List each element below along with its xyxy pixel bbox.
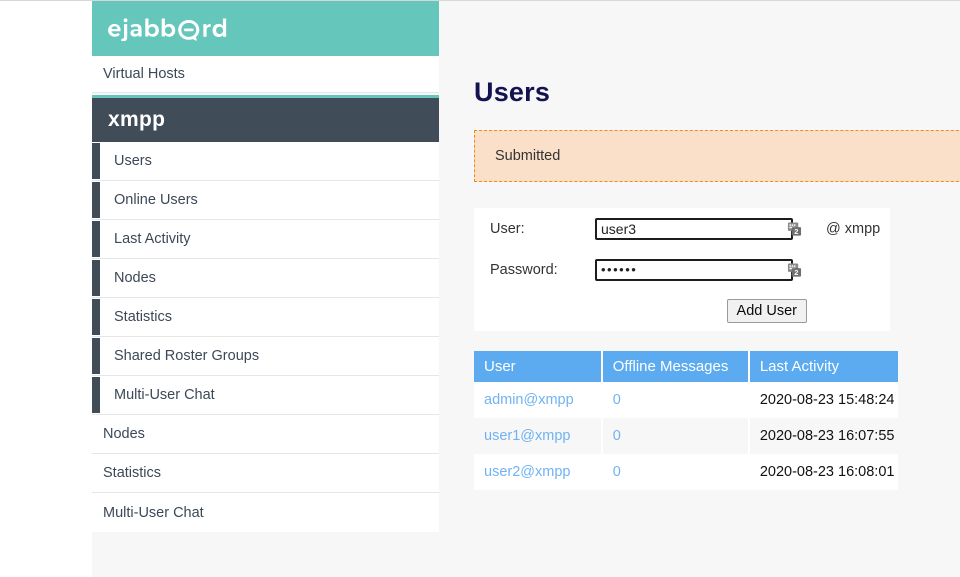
- offline-messages-link[interactable]: 0: [613, 428, 621, 444]
- user-link[interactable]: user2@xmpp: [484, 464, 570, 480]
- sidebar-item-global-nodes[interactable]: Nodes: [92, 415, 439, 454]
- sidebar-item-label: Virtual Hosts: [103, 66, 185, 82]
- user-field-cell: 2: [588, 208, 814, 249]
- host-suffix: @ xmpp: [814, 208, 890, 249]
- sidebar-item-label: Nodes: [103, 426, 145, 442]
- form-row-password: Password: 2: [474, 249, 890, 290]
- sidebar-host-label: xmpp: [108, 108, 165, 132]
- column-header-user[interactable]: User: [474, 351, 602, 382]
- status-alert-text: Submitted: [495, 148, 560, 164]
- submit-row-spacer: [474, 290, 588, 331]
- sidebar-item-online-users[interactable]: Online Users: [92, 181, 439, 220]
- sidebar-item-shared-roster-groups[interactable]: Shared Roster Groups: [92, 337, 439, 376]
- sidebar-item-global-multi-user-chat[interactable]: Multi-User Chat: [92, 493, 439, 532]
- cell-offline-messages: 0: [602, 418, 749, 454]
- sidebar-item-statistics[interactable]: Statistics: [92, 298, 439, 337]
- sidebar-item-label: Last Activity: [114, 231, 191, 247]
- users-table-head: User Offline Messages Last Activity: [474, 351, 898, 382]
- password-label: Password:: [474, 249, 588, 290]
- add-user-form: User: 2: [474, 208, 890, 331]
- offline-messages-link[interactable]: 0: [613, 392, 621, 408]
- form-fill-icon-badge: 2: [794, 227, 798, 236]
- user-link[interactable]: user1@xmpp: [484, 428, 570, 444]
- sidebar-item-label: Multi-User Chat: [114, 387, 215, 403]
- sidebar-item-label: Users: [114, 153, 152, 169]
- submit-cell: Add User: [588, 290, 814, 331]
- table-row: admin@xmpp 0 2020-08-23 15:48:24: [474, 382, 898, 418]
- add-user-button[interactable]: Add User: [727, 299, 807, 323]
- form-fill-icon[interactable]: 2: [787, 221, 802, 236]
- cell-user: admin@xmpp: [474, 382, 602, 418]
- users-table: User Offline Messages Last Activity admi…: [474, 351, 898, 490]
- offline-messages-link[interactable]: 0: [613, 464, 621, 480]
- password-suffix-cell: [814, 249, 890, 290]
- sidebar-item-last-activity[interactable]: Last Activity: [92, 220, 439, 259]
- user-label: User:: [474, 208, 588, 249]
- form-fill-icon-badge: 2: [794, 268, 798, 277]
- form-fill-icon[interactable]: 2: [787, 262, 802, 277]
- cell-last-activity: 2020-08-23 16:08:01: [749, 454, 898, 490]
- cell-offline-messages: 0: [602, 382, 749, 418]
- ejabberd-logo-icon[interactable]: [103, 17, 231, 41]
- sidebar-item-label: Statistics: [103, 465, 161, 481]
- sidebar: Virtual Hosts xmpp Users Online Users La…: [92, 1, 439, 532]
- cell-last-activity: 2020-08-23 16:07:55: [749, 418, 898, 454]
- form-row-submit: Add User: [474, 290, 890, 331]
- sidebar-item-users[interactable]: Users: [92, 142, 439, 181]
- column-header-offline-messages[interactable]: Offline Messages: [602, 351, 749, 382]
- sidebar-item-label: Multi-User Chat: [103, 505, 204, 521]
- column-header-last-activity[interactable]: Last Activity: [749, 351, 898, 382]
- table-row: user2@xmpp 0 2020-08-23 16:08:01: [474, 454, 898, 490]
- submit-row-spacer-right: [814, 290, 890, 331]
- sidebar-item-label: Shared Roster Groups: [114, 348, 259, 364]
- sidebar-item-virtual-hosts[interactable]: Virtual Hosts: [92, 56, 439, 93]
- brand-bar: [92, 1, 439, 56]
- page-root: Virtual Hosts xmpp Users Online Users La…: [0, 0, 960, 576]
- sidebar-item-label: Nodes: [114, 270, 156, 286]
- password-input-wrap: 2: [595, 259, 807, 281]
- sidebar-item-global-statistics[interactable]: Statistics: [92, 454, 439, 493]
- main-content: Users Submitted User:: [474, 1, 960, 577]
- status-alert: Submitted: [474, 130, 960, 182]
- page-title: Users: [474, 1, 960, 108]
- user-link[interactable]: admin@xmpp: [484, 392, 574, 408]
- table-row: user1@xmpp 0 2020-08-23 16:07:55: [474, 418, 898, 454]
- form-row-user: User: 2: [474, 208, 890, 249]
- table-header-row: User Offline Messages Last Activity: [474, 351, 898, 382]
- user-input-wrap: 2: [595, 218, 807, 240]
- sidebar-host-header[interactable]: xmpp: [92, 95, 439, 142]
- password-field-cell: 2: [588, 249, 814, 290]
- sidebar-item-label: Statistics: [114, 309, 172, 325]
- cell-user: user1@xmpp: [474, 418, 602, 454]
- sidebar-item-nodes[interactable]: Nodes: [92, 259, 439, 298]
- cell-offline-messages: 0: [602, 454, 749, 490]
- password-input[interactable]: [595, 259, 793, 281]
- sidebar-item-multi-user-chat[interactable]: Multi-User Chat: [92, 376, 439, 415]
- cell-last-activity: 2020-08-23 15:48:24: [749, 382, 898, 418]
- user-input[interactable]: [595, 218, 793, 240]
- sidebar-item-label: Online Users: [114, 192, 198, 208]
- users-table-body: admin@xmpp 0 2020-08-23 15:48:24 user1@x…: [474, 382, 898, 490]
- cell-user: user2@xmpp: [474, 454, 602, 490]
